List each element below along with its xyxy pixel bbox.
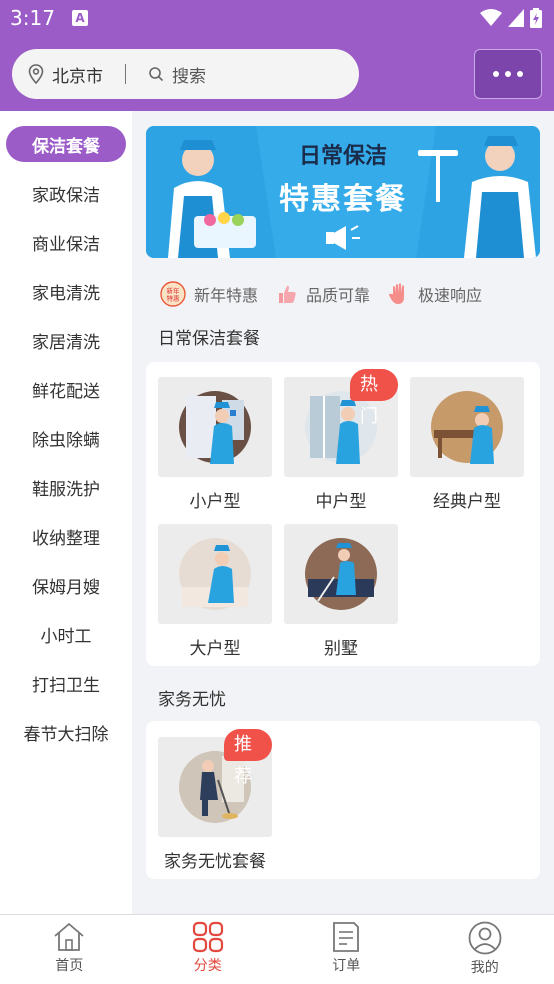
- product-name: 家务无忧套餐: [164, 852, 266, 872]
- product-image: [158, 524, 272, 624]
- banner-subtitle: 特惠套餐: [279, 182, 407, 217]
- product-card-worry-free: 家务无忧套餐 推荐: [146, 721, 540, 879]
- order-icon: [333, 922, 360, 952]
- tab-orders[interactable]: 订单: [277, 915, 416, 984]
- cleaner-photo-icon: [305, 538, 377, 610]
- sidebar-item-commercial-cleaning[interactable]: 商业保洁: [0, 224, 132, 260]
- search-divider: [125, 64, 126, 84]
- feature-strip: 新年 特惠 新年特惠 品质可靠 极速响应: [160, 280, 540, 308]
- sidebar-item-organizing[interactable]: 收纳整理: [0, 518, 132, 554]
- svg-text:特惠: 特惠: [167, 294, 181, 303]
- category-sidebar: 保洁套餐 家政保洁 商业保洁 家电清洗 家居清洗 鲜花配送 除虫除螨 鞋服洗护 …: [0, 111, 132, 914]
- cleaner-photo-icon: [179, 391, 251, 464]
- product-image: [284, 524, 398, 624]
- product-image: [158, 377, 272, 477]
- sidebar-item-flower-delivery[interactable]: 鲜花配送: [0, 371, 132, 407]
- hot-badge: 热门: [350, 369, 398, 427]
- more-dot-icon: [505, 71, 511, 77]
- search-bar[interactable]: 北京市 搜索: [12, 49, 359, 99]
- category-icon: [192, 921, 223, 953]
- product-small-unit[interactable]: 小户型: [158, 377, 272, 512]
- city-selector[interactable]: 北京市: [52, 62, 103, 87]
- recommend-badge: 推荐: [224, 729, 272, 787]
- bottom-tab-bar: 首页 分类 订单 我的: [0, 914, 554, 984]
- more-dot-icon: [493, 71, 499, 77]
- notification-icon: A: [72, 10, 88, 26]
- search-icon: [149, 67, 164, 82]
- product-name: 大户型: [189, 639, 241, 659]
- product-villa[interactable]: 别墅: [284, 524, 398, 659]
- cleaner-photo-icon: [431, 391, 503, 464]
- profile-icon: [468, 921, 502, 955]
- tab-home[interactable]: 首页: [0, 915, 139, 984]
- product-name: 中户型: [315, 492, 367, 512]
- feature-label: 品质可靠: [306, 286, 371, 305]
- status-bar: 3:17 A: [0, 0, 554, 36]
- more-dot-icon: [517, 71, 523, 77]
- tab-profile[interactable]: 我的: [416, 915, 554, 984]
- product-card-daily: 小户型 中户型 热门 经典户型 大户型 别墅: [146, 362, 540, 666]
- sidebar-item-nanny[interactable]: 保姆月嫂: [0, 567, 132, 603]
- sidebar-item-spring-cleaning[interactable]: 春节大扫除: [0, 714, 132, 750]
- tab-label: 首页: [55, 958, 84, 974]
- thumbs-up-icon: [279, 285, 296, 303]
- product-medium-unit[interactable]: 中户型 热门: [284, 369, 398, 512]
- feature-label: 极速响应: [418, 286, 483, 305]
- sidebar-item-laundry[interactable]: 鞋服洗护: [0, 469, 132, 505]
- product-image: [410, 377, 524, 477]
- tab-category[interactable]: 分类: [139, 915, 278, 984]
- feature-response: 极速响应: [388, 282, 482, 306]
- status-time: 3:17: [10, 6, 55, 30]
- section-title: 日常保洁套餐: [158, 329, 260, 349]
- sidebar-item-sweeping[interactable]: 打扫卫生: [0, 665, 132, 701]
- hand-icon: [389, 283, 405, 304]
- product-name: 小户型: [189, 492, 241, 512]
- product-worry-free-package[interactable]: 家务无忧套餐 推荐: [158, 729, 272, 872]
- product-name: 经典户型: [433, 492, 501, 512]
- feature-new-year: 新年 特惠 新年特惠: [160, 281, 258, 307]
- sidebar-item-appliance-cleaning[interactable]: 家电清洗: [0, 273, 132, 309]
- location-pin-icon: [28, 64, 44, 84]
- signal-icon: [508, 9, 524, 27]
- cleaner-photo-icon: [179, 538, 251, 610]
- promo-banner[interactable]: 日常保洁 特惠套餐: [146, 126, 540, 258]
- wifi-icon: [480, 9, 502, 26]
- product-name: 别墅: [324, 639, 358, 659]
- sidebar-item-housekeeping[interactable]: 家政保洁: [0, 175, 132, 211]
- banner-title: 日常保洁: [298, 144, 387, 169]
- more-button[interactable]: [474, 49, 542, 99]
- feature-quality: 品质可靠: [276, 282, 370, 306]
- battery-icon: [530, 8, 542, 28]
- tab-label: 我的: [470, 960, 499, 976]
- section-title: 家务无忧: [158, 690, 226, 710]
- sidebar-item-cleaning-package[interactable]: 保洁套餐: [6, 126, 126, 162]
- sidebar-item-hourly-worker[interactable]: 小时工: [0, 616, 132, 652]
- search-input[interactable]: 搜索: [172, 62, 206, 87]
- status-icons: [480, 8, 542, 28]
- feature-label: 新年特惠: [194, 286, 259, 305]
- tab-label: 订单: [332, 958, 361, 974]
- tab-label: 分类: [193, 958, 222, 974]
- new-year-icon: 新年 特惠: [160, 281, 186, 307]
- sidebar-item-pest-control[interactable]: 除虫除螨: [0, 420, 132, 456]
- header: 北京市 搜索: [0, 36, 554, 111]
- sidebar-item-home-cleaning[interactable]: 家居清洗: [0, 322, 132, 358]
- product-classic-unit[interactable]: 经典户型: [410, 377, 524, 512]
- product-large-unit[interactable]: 大户型: [158, 524, 272, 659]
- home-icon: [54, 922, 84, 951]
